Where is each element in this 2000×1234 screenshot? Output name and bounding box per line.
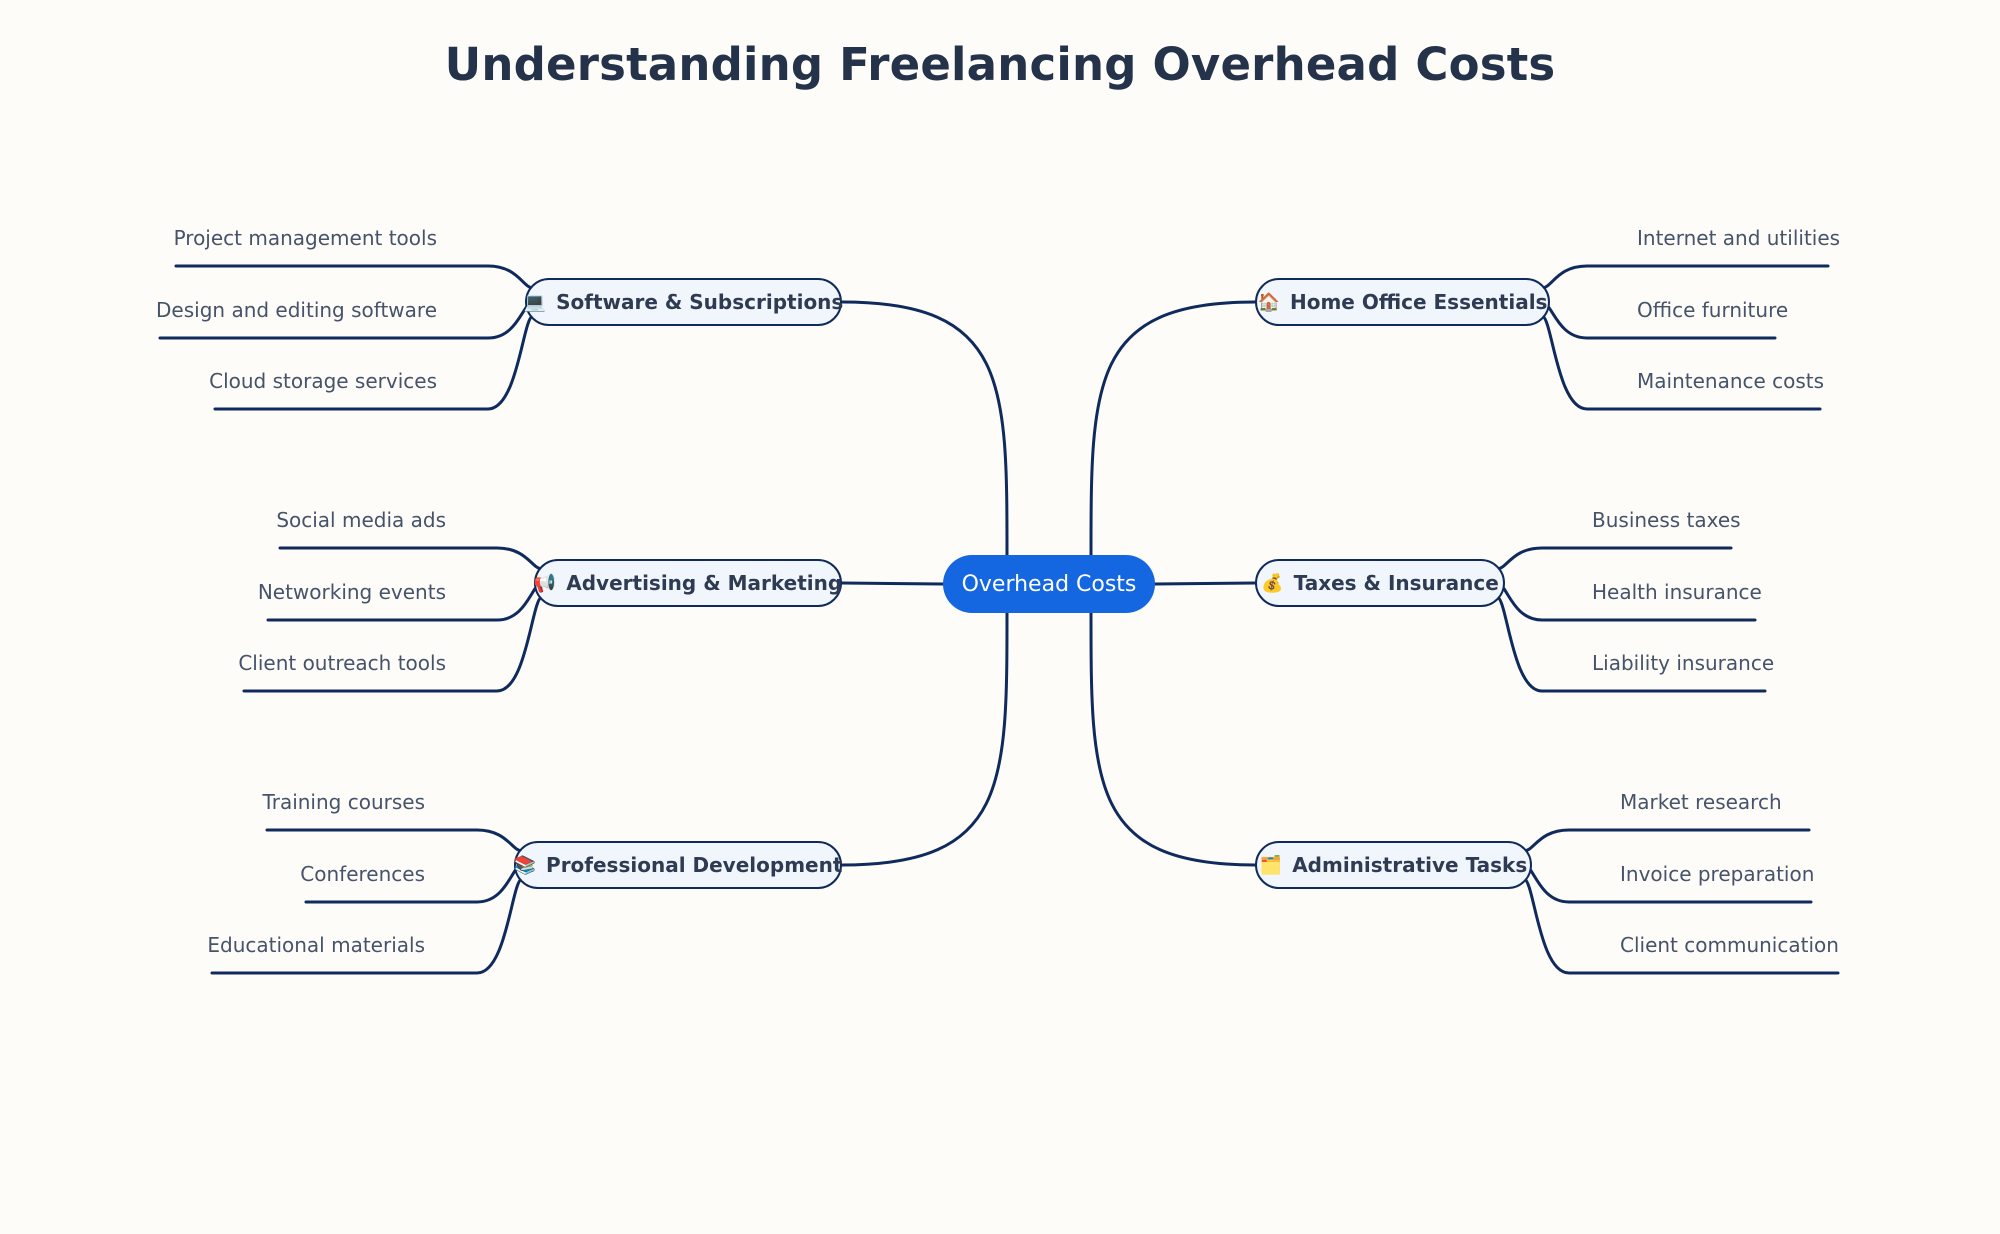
leaf-item[interactable]: Training courses [262,790,425,814]
leaf-link [1495,546,1733,571]
branch-label: Administrative Tasks [1292,853,1528,877]
branch-node-professional[interactable]: 📚 Professional Development [514,841,842,889]
leaf-link [210,877,524,975]
leaf-link [1522,828,1811,853]
folder-icon: 🗂️ [1259,854,1283,876]
branch-node-admin[interactable]: 🗂️ Administrative Tasks [1255,841,1532,889]
branch-label: Advertising & Marketing [566,571,843,595]
branch-node-home-office[interactable]: 🏠 Home Office Essentials [1255,278,1550,326]
leaf-link [278,546,544,571]
leaf-link [265,828,524,853]
leaf-item[interactable]: Project management tools [174,226,437,250]
leaf-item[interactable]: Educational materials [207,933,425,957]
leaf-link [174,264,535,290]
house-icon: 🏠 [1257,291,1280,313]
root-label: Overhead Costs [961,571,1137,597]
laptop-icon: 💻 [523,291,547,313]
root-link-admin [1089,610,1257,867]
leaf-item[interactable]: Client communication [1620,933,1839,957]
branch-label: Taxes & Insurance [1293,571,1499,595]
branch-label: Professional Development [546,853,843,877]
branch-node-taxes[interactable]: 💰 Taxes & Insurance [1255,559,1505,607]
leaf-item[interactable]: Conferences [300,862,425,886]
root-link-home-office [1089,300,1257,558]
root-link-advertising [840,581,945,586]
branch-label: Home Office Essentials [1289,290,1548,314]
leaf-item[interactable]: Cloud storage services [209,369,437,393]
leaf-link [242,595,544,693]
branch-node-advertising[interactable]: 📢 Advertising & Marketing [534,559,842,607]
branch-label: Software & Subscriptions [556,290,844,314]
leaf-link [1522,877,1840,975]
root-link-professional [840,610,1009,867]
leaf-item[interactable]: Social media ads [276,508,446,532]
root-link-taxes [1153,581,1257,586]
books-icon: 📚 [513,854,537,876]
leaf-item[interactable]: Client outreach tools [238,651,446,675]
leaf-item[interactable]: Liability insurance [1592,651,1774,675]
leaf-item[interactable]: Health insurance [1592,580,1762,604]
leaf-link [1540,264,1830,290]
branch-node-software[interactable]: 💻 Software & Subscriptions [523,278,844,326]
leaf-item[interactable]: Maintenance costs [1637,369,1824,393]
leaf-item[interactable]: Design and editing software [156,298,437,322]
root-link-software [840,300,1009,558]
leaf-item[interactable]: Market research [1620,790,1782,814]
leaf-link [213,314,535,411]
leaf-item[interactable]: Business taxes [1592,508,1741,532]
leaf-link [1540,314,1822,411]
leaf-item[interactable]: Invoice preparation [1620,862,1814,886]
megaphone-icon: 📢 [533,572,557,594]
connector-lines [158,264,1840,975]
leaf-link [1495,595,1767,693]
leaf-item[interactable]: Networking events [258,580,446,604]
money-bag-icon: 💰 [1261,572,1284,594]
leaf-item[interactable]: Internet and utilities [1637,226,1840,250]
leaf-item[interactable]: Office furniture [1637,298,1788,322]
root-node[interactable]: Overhead Costs [943,555,1155,613]
